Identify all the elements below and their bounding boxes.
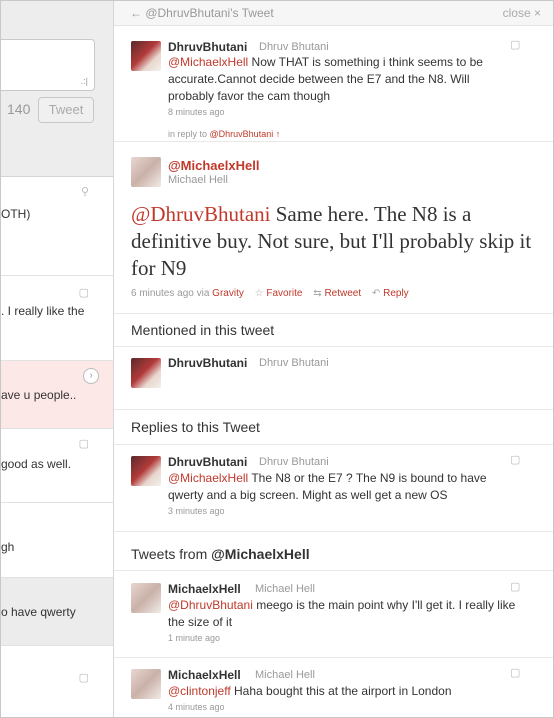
timeline-item-text: OTH): [1, 207, 31, 221]
tweet-username[interactable]: MichaelxHell: [168, 582, 241, 596]
divider: [114, 313, 553, 314]
reply-icon[interactable]: ▢: [510, 453, 520, 466]
timeline-item-selected[interactable]: ave u people.. ›: [1, 361, 113, 429]
avatar[interactable]: [131, 456, 161, 486]
tweet-text: @MichaelxHell Now THAT is something i th…: [168, 55, 483, 103]
tweet-time[interactable]: 1 minute ago: [168, 633, 220, 643]
divider: [114, 570, 553, 571]
reply-button[interactable]: ↶ Reply: [372, 288, 409, 299]
mentioned-username[interactable]: DhruvBhutani: [168, 356, 247, 370]
timeline-item-text: . I really like the: [1, 304, 85, 318]
tweet-time[interactable]: 4 minutes ago: [168, 702, 225, 712]
resize-grip-icon[interactable]: .:|: [81, 76, 88, 86]
reply-icon[interactable]: ▢: [510, 666, 520, 679]
mention-link[interactable]: @DhruvBhutani: [131, 202, 271, 226]
timeline-item[interactable]: OTH) ⚲: [1, 177, 113, 276]
reply-icon[interactable]: ▢: [510, 38, 520, 51]
reply-icon[interactable]: ▢: [79, 671, 89, 684]
tweet-time[interactable]: 8 minutes ago: [168, 107, 225, 117]
main-tweet-time[interactable]: 6 minutes ago: [131, 288, 194, 299]
timeline-item[interactable]: o have qwerty: [1, 578, 113, 646]
open-arrow-icon[interactable]: ›: [83, 368, 99, 384]
close-button[interactable]: close ×: [503, 6, 541, 20]
timeline-item-text: gh: [1, 540, 15, 554]
location-icon[interactable]: ⚲: [81, 185, 89, 198]
compose-area: .:| 140 Tweet: [1, 1, 113, 177]
reply-icon[interactable]: ▢: [79, 286, 89, 299]
timeline-item-text: good as well.: [1, 457, 72, 471]
reply-username[interactable]: DhruvBhutani: [168, 455, 247, 469]
mention-link[interactable]: @DhruvBhutani: [168, 598, 253, 612]
char-counter: 140: [7, 101, 31, 117]
divider: [114, 346, 553, 347]
divider: [114, 444, 553, 445]
retweet-button[interactable]: ⇆ Retweet: [313, 288, 361, 299]
avatar[interactable]: [131, 358, 161, 388]
mention-link[interactable]: @MichaelxHell: [168, 471, 248, 485]
avatar[interactable]: [131, 41, 161, 71]
main-tweet-username[interactable]: @MichaelxHell: [168, 158, 259, 173]
reply-icon[interactable]: ▢: [510, 580, 520, 593]
divider: [114, 531, 553, 532]
retweet-icon: ⇆: [313, 288, 322, 299]
reply-time[interactable]: 3 minutes ago: [168, 506, 225, 516]
timeline-item[interactable]: gh: [1, 503, 113, 578]
avatar[interactable]: [131, 157, 161, 187]
mention-link[interactable]: @MichaelxHell: [168, 55, 248, 69]
tweet-fullname: Michael Hell: [255, 583, 315, 595]
reply-arrow-icon: ↶: [371, 288, 381, 299]
panel-header: ← @DhruvBhutani's Tweet close ×: [114, 1, 553, 26]
reply-text: @MichaelxHell The N8 or the E7 ? The N9 …: [168, 471, 487, 502]
main-tweet-fullname: Michael Hell: [168, 174, 228, 186]
up-arrow-icon: ↑: [275, 129, 281, 139]
timeline-item[interactable]: . I really like the ▢: [1, 276, 113, 361]
back-link[interactable]: ← @DhruvBhutani's Tweet: [130, 6, 274, 20]
divider: [114, 409, 553, 410]
tweet-username[interactable]: DhruvBhutani: [168, 40, 247, 54]
avatar[interactable]: [131, 583, 161, 613]
tweet-button[interactable]: Tweet: [38, 97, 94, 123]
tweet-fullname: Dhruv Bhutani: [259, 41, 329, 53]
compose-input[interactable]: .:|: [1, 39, 95, 91]
divider: [114, 141, 553, 142]
timeline-item[interactable]: good as well. ▢: [1, 429, 113, 503]
tweet-username[interactable]: MichaelxHell: [168, 668, 241, 682]
tweet-details-panel: ← @DhruvBhutani's Tweet close × DhruvBhu…: [114, 1, 553, 717]
client-link[interactable]: Gravity: [212, 288, 244, 299]
timeline-item[interactable]: ▢: [1, 646, 113, 717]
avatar[interactable]: [131, 669, 161, 699]
timeline-item-text: o have qwerty: [1, 605, 76, 619]
in-reply-to-link[interactable]: @DhruvBhutani: [210, 129, 274, 139]
favorite-button[interactable]: ☆ Favorite: [255, 288, 303, 299]
mention-link[interactable]: @clintonjeff: [168, 684, 231, 698]
star-icon: ☆: [254, 288, 264, 299]
main-tweet-text: @DhruvBhutani Same here. The N8 is a def…: [131, 202, 532, 280]
screenshot-frame: .:| 140 Tweet OTH) ⚲ . I really like the…: [0, 0, 554, 718]
tweet-actions: 6 minutes ago via Gravity ☆ Favorite ⇆ R…: [131, 288, 409, 299]
tweets-from-heading: Tweets from @MichaelxHell: [131, 546, 310, 562]
in-reply-to: in reply to @DhruvBhutani ↑: [168, 129, 281, 139]
tweet-text: @DhruvBhutani meego is the main point wh…: [168, 598, 516, 629]
divider: [114, 657, 553, 658]
tweet-fullname: Michael Hell: [255, 669, 315, 681]
timeline-column: .:| 140 Tweet OTH) ⚲ . I really like the…: [1, 1, 114, 717]
timeline-item-text: ave u people..: [1, 388, 77, 402]
reply-fullname: Dhruv Bhutani: [259, 456, 329, 468]
mentioned-heading: Mentioned in this tweet: [131, 322, 275, 338]
tweet-text: @clintonjeff Haha bought this at the air…: [168, 684, 452, 698]
mentioned-fullname: Dhruv Bhutani: [259, 357, 329, 369]
replies-heading: Replies to this Tweet: [131, 419, 260, 435]
reply-icon[interactable]: ▢: [79, 437, 89, 450]
